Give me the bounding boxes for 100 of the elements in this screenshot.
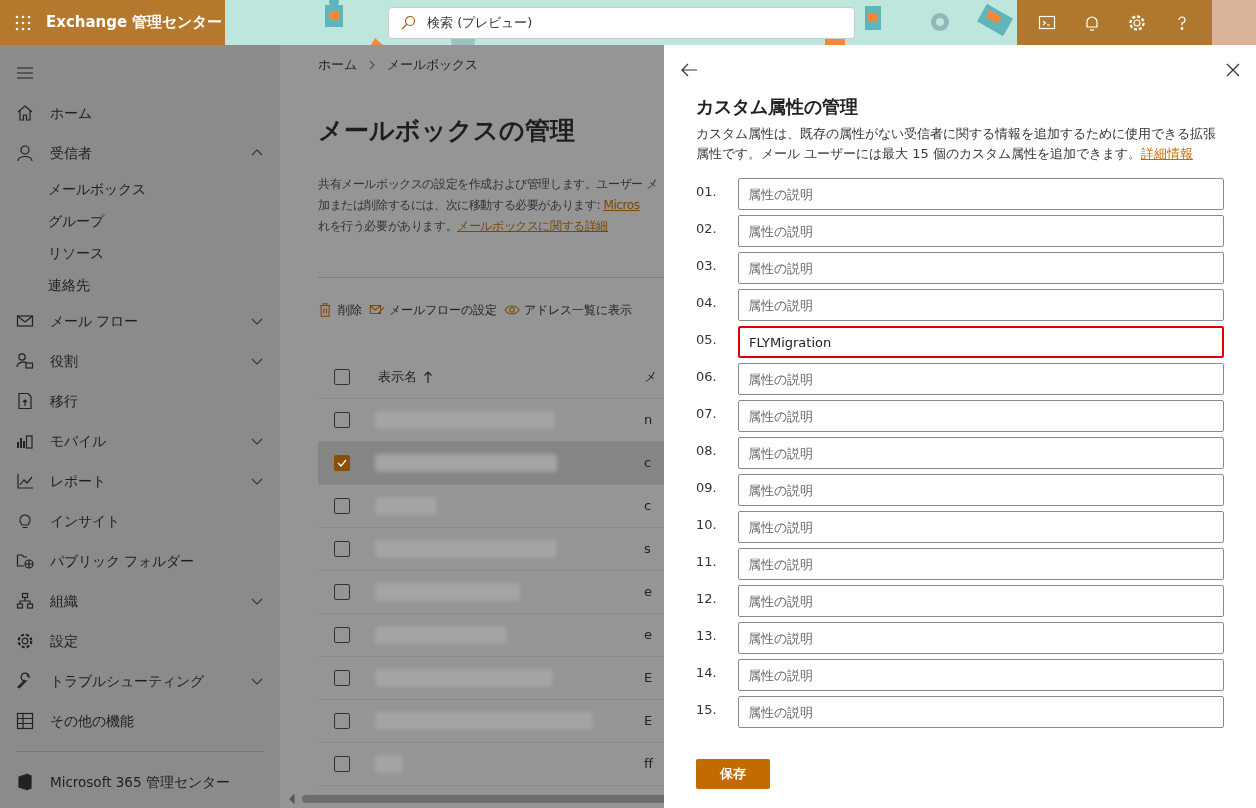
checkbox[interactable]: [334, 498, 350, 514]
line-chart-icon: [16, 472, 34, 490]
text-field[interactable]: 属性の説明: [738, 622, 1224, 654]
settings-icon: [16, 632, 34, 650]
table-cell-text: e: [644, 626, 652, 645]
nav-item[interactable]: 組織: [0, 581, 280, 621]
save-button[interactable]: 保存: [696, 759, 770, 789]
field-label: 03.: [696, 257, 718, 275]
nav-item[interactable]: レポート: [0, 461, 280, 501]
text-field[interactable]: 属性の説明: [738, 400, 1224, 432]
text-field[interactable]: 属性の説明: [738, 659, 1224, 691]
grid-icon: [16, 712, 34, 730]
table-cell-text: s: [644, 540, 651, 559]
nav-subitem[interactable]: メールボックス: [0, 173, 280, 205]
field-label: 05.: [696, 331, 718, 349]
table-cell-text: c: [644, 497, 652, 516]
table-cell-text: n: [644, 411, 653, 430]
breadcrumb-link[interactable]: メールボックス: [387, 55, 478, 75]
person-icon: [16, 144, 34, 162]
checkbox[interactable]: [334, 541, 350, 557]
toolbar-button[interactable]: メールフローの設定: [369, 301, 497, 319]
person-lock-icon: [16, 352, 34, 370]
light-bulb-icon: [16, 512, 34, 530]
field-label: 08.: [696, 442, 718, 460]
checkbox[interactable]: [334, 412, 350, 428]
text-field[interactable]: 属性の説明: [738, 437, 1224, 469]
text-field[interactable]: 属性の説明: [738, 252, 1224, 284]
table-cell-text: c: [644, 454, 652, 473]
nav-item[interactable]: 設定: [0, 621, 280, 661]
text-field[interactable]: 属性の説明: [738, 548, 1224, 580]
selected-row[interactable]: c: [318, 442, 664, 485]
description-text: れを行う必要があります。メールボックスに関する詳細: [318, 218, 609, 235]
text-field[interactable]: FLYMigration: [738, 326, 1224, 358]
field-label: 01.: [696, 183, 718, 201]
breadcrumb-link[interactable]: ホーム: [318, 55, 357, 75]
scrollbar-thumb[interactable]: [302, 795, 664, 803]
scroll-left-icon[interactable]: [288, 794, 296, 804]
checkbox[interactable]: [334, 756, 350, 772]
app-title: Exchange 管理センター: [46, 12, 223, 34]
link[interactable]: メールボックスに関する詳細: [457, 219, 608, 233]
checkbox[interactable]: [334, 627, 350, 643]
mail-icon: [16, 312, 34, 330]
text-field[interactable]: 属性の説明: [738, 696, 1224, 728]
nav-subitem[interactable]: グループ: [0, 205, 280, 237]
page-title: メールボックスの管理: [318, 114, 576, 147]
panel-title: カスタム属性の管理: [696, 95, 859, 119]
check-icon: [336, 457, 348, 469]
nav-item[interactable]: ホーム: [0, 93, 280, 133]
field-label: 14.: [696, 664, 718, 682]
nav-item[interactable]: インサイト: [0, 501, 280, 541]
text-field[interactable]: 属性の説明: [738, 178, 1224, 210]
toolbar-button[interactable]: 削除: [318, 301, 362, 319]
link[interactable]: 詳細情報: [1140, 146, 1193, 161]
nav-item[interactable]: 移行: [0, 381, 280, 421]
nav-item[interactable]: メール フロー: [0, 301, 280, 341]
nav-item[interactable]: 受信者: [0, 133, 280, 173]
nav-item[interactable]: 役割: [0, 341, 280, 381]
checkbox[interactable]: [334, 670, 350, 686]
terminal-icon[interactable]: [1038, 13, 1057, 32]
back-arrow-icon[interactable]: [680, 61, 698, 79]
field-label: 07.: [696, 405, 718, 423]
text-field[interactable]: 属性の説明: [738, 363, 1224, 395]
field-label: 13.: [696, 627, 718, 645]
nav-item[interactable]: モバイル: [0, 421, 280, 461]
folder-globe-icon: [16, 552, 34, 570]
close-icon[interactable]: [1224, 61, 1242, 79]
nav-subitem[interactable]: 連絡先: [0, 269, 280, 301]
checkbox[interactable]: [334, 369, 350, 385]
search-field[interactable]: 検索 (プレビュー): [388, 6, 855, 39]
text-field[interactable]: 属性の説明: [738, 511, 1224, 543]
checkbox[interactable]: [334, 713, 350, 729]
description-text: 共有メールボックスの設定を作成および管理します。ユーザー メ: [318, 176, 659, 193]
text-field[interactable]: 属性の説明: [738, 474, 1224, 506]
text-field[interactable]: 属性の説明: [738, 585, 1224, 617]
text-field[interactable]: 属性の説明: [738, 289, 1224, 321]
nav-item[interactable]: Microsoft 365 管理センター: [0, 762, 280, 802]
column-header[interactable]: 表示名: [378, 367, 433, 387]
settings-icon[interactable]: [1127, 13, 1146, 32]
description-text: 加または削除するには、次に移動する必要があります: Micros: [318, 197, 641, 214]
toolbar-button[interactable]: アドレス一覧に表示: [504, 301, 632, 319]
app-launcher-icon[interactable]: [14, 13, 32, 32]
text-field[interactable]: 属性の説明: [738, 215, 1224, 247]
nav-item[interactable]: パブリック フォルダー: [0, 541, 280, 581]
link[interactable]: Micros: [603, 198, 640, 212]
table-cell-text: ff: [644, 755, 653, 774]
checkbox[interactable]: [334, 584, 350, 600]
column-header[interactable]: メ: [644, 367, 657, 387]
sort-up-icon: [423, 370, 433, 384]
office-logo-icon: [16, 773, 34, 791]
panel-description: カスタム属性は、既存の属性がない受信者に関する情報を追加するために使用できる拡張属性です。メール ユーザーには最大 15 個のカスタム属性を追加できます。詳細情報: [696, 125, 1217, 163]
menu-icon[interactable]: [16, 65, 34, 81]
field-label: 09.: [696, 479, 718, 497]
org-chart-icon: [16, 592, 34, 610]
field-label: 15.: [696, 701, 718, 719]
field-label: 06.: [696, 368, 718, 386]
nav-subitem[interactable]: リソース: [0, 237, 280, 269]
nav-item[interactable]: その他の機能: [0, 701, 280, 741]
nav-item[interactable]: トラブルシューティング: [0, 661, 280, 701]
bar-chart-icon: [16, 432, 34, 450]
checkbox[interactable]: [334, 455, 350, 471]
